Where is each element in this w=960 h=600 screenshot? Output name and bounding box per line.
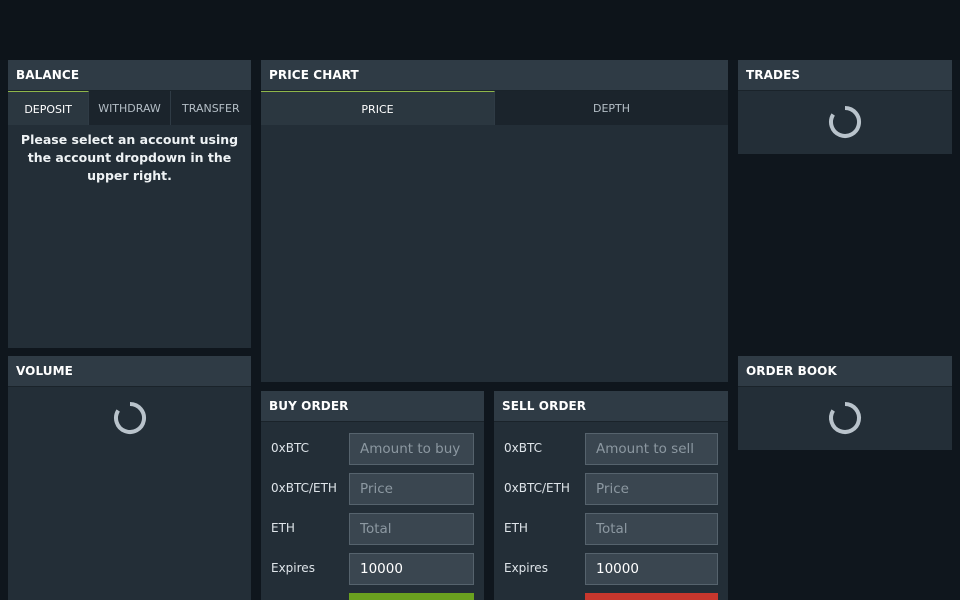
- balance-panel: BALANCE DEPOSIT WITHDRAW TRANSFER Please…: [8, 60, 251, 348]
- price-chart-title: PRICE CHART: [261, 60, 728, 91]
- sell-total-input[interactable]: [585, 513, 718, 545]
- sell-price-input[interactable]: [585, 473, 718, 505]
- trades-loading: [738, 91, 952, 153]
- buy-total-input[interactable]: [349, 513, 474, 545]
- volume-title: VOLUME: [8, 356, 251, 387]
- buy-price-row: 0xBTC/ETH: [261, 473, 484, 505]
- buy-order-title: BUY ORDER: [261, 391, 484, 422]
- sell-expires-input[interactable]: [585, 553, 718, 585]
- sell-amount-label: 0xBTC: [504, 441, 542, 455]
- buy-total-label: ETH: [271, 521, 295, 535]
- price-chart-tabs: PRICE DEPTH: [261, 91, 728, 125]
- sell-order-panel: SELL ORDER 0xBTC 0xBTC/ETH ETH Expires: [494, 391, 728, 600]
- sell-expires-label: Expires: [504, 561, 548, 575]
- sell-amount-input[interactable]: [585, 433, 718, 465]
- sell-order-title: SELL ORDER: [494, 391, 728, 422]
- buy-price-label: 0xBTC/ETH: [271, 481, 337, 495]
- order-book-loading: [738, 387, 952, 449]
- trades-panel: TRADES: [738, 60, 952, 154]
- sell-price-label: 0xBTC/ETH: [504, 481, 570, 495]
- select-account-message: Please select an account using the accou…: [20, 132, 239, 183]
- price-chart-area[interactable]: [261, 125, 728, 381]
- buy-order-panel: BUY ORDER 0xBTC 0xBTC/ETH ETH Expires: [261, 391, 484, 600]
- buy-total-row: ETH: [261, 513, 484, 545]
- sell-total-row: ETH: [494, 513, 728, 545]
- buy-button[interactable]: [349, 593, 474, 600]
- balance-tabs: DEPOSIT WITHDRAW TRANSFER: [8, 91, 251, 125]
- sell-button[interactable]: [585, 593, 718, 600]
- sell-total-label: ETH: [504, 521, 528, 535]
- volume-panel: VOLUME: [8, 356, 251, 600]
- sell-amount-row: 0xBTC: [494, 433, 728, 465]
- buy-expires-label: Expires: [271, 561, 315, 575]
- loading-spinner-icon: [113, 402, 146, 434]
- sell-expires-row: Expires: [494, 553, 728, 585]
- tab-depth[interactable]: DEPTH: [495, 91, 728, 125]
- buy-amount-input[interactable]: [349, 433, 474, 465]
- price-chart-panel: PRICE CHART PRICE DEPTH: [261, 60, 728, 382]
- loading-spinner-icon: [829, 402, 862, 434]
- buy-expires-row: Expires: [261, 553, 484, 585]
- buy-amount-label: 0xBTC: [271, 441, 309, 455]
- order-book-title: ORDER BOOK: [738, 356, 952, 387]
- tab-transfer[interactable]: TRANSFER: [170, 91, 251, 125]
- tab-deposit[interactable]: DEPOSIT: [8, 91, 90, 125]
- buy-price-input[interactable]: [349, 473, 474, 505]
- sell-price-row: 0xBTC/ETH: [494, 473, 728, 505]
- volume-loading: [8, 387, 251, 449]
- top-bar: [0, 0, 960, 60]
- balance-title: BALANCE: [8, 60, 251, 91]
- buy-expires-input[interactable]: [349, 553, 474, 585]
- tab-withdraw[interactable]: WITHDRAW: [89, 91, 171, 125]
- trades-title: TRADES: [738, 60, 952, 91]
- buy-amount-row: 0xBTC: [261, 433, 484, 465]
- loading-spinner-icon: [829, 106, 862, 138]
- tab-price[interactable]: PRICE: [261, 91, 495, 125]
- order-book-panel: ORDER BOOK: [738, 356, 952, 450]
